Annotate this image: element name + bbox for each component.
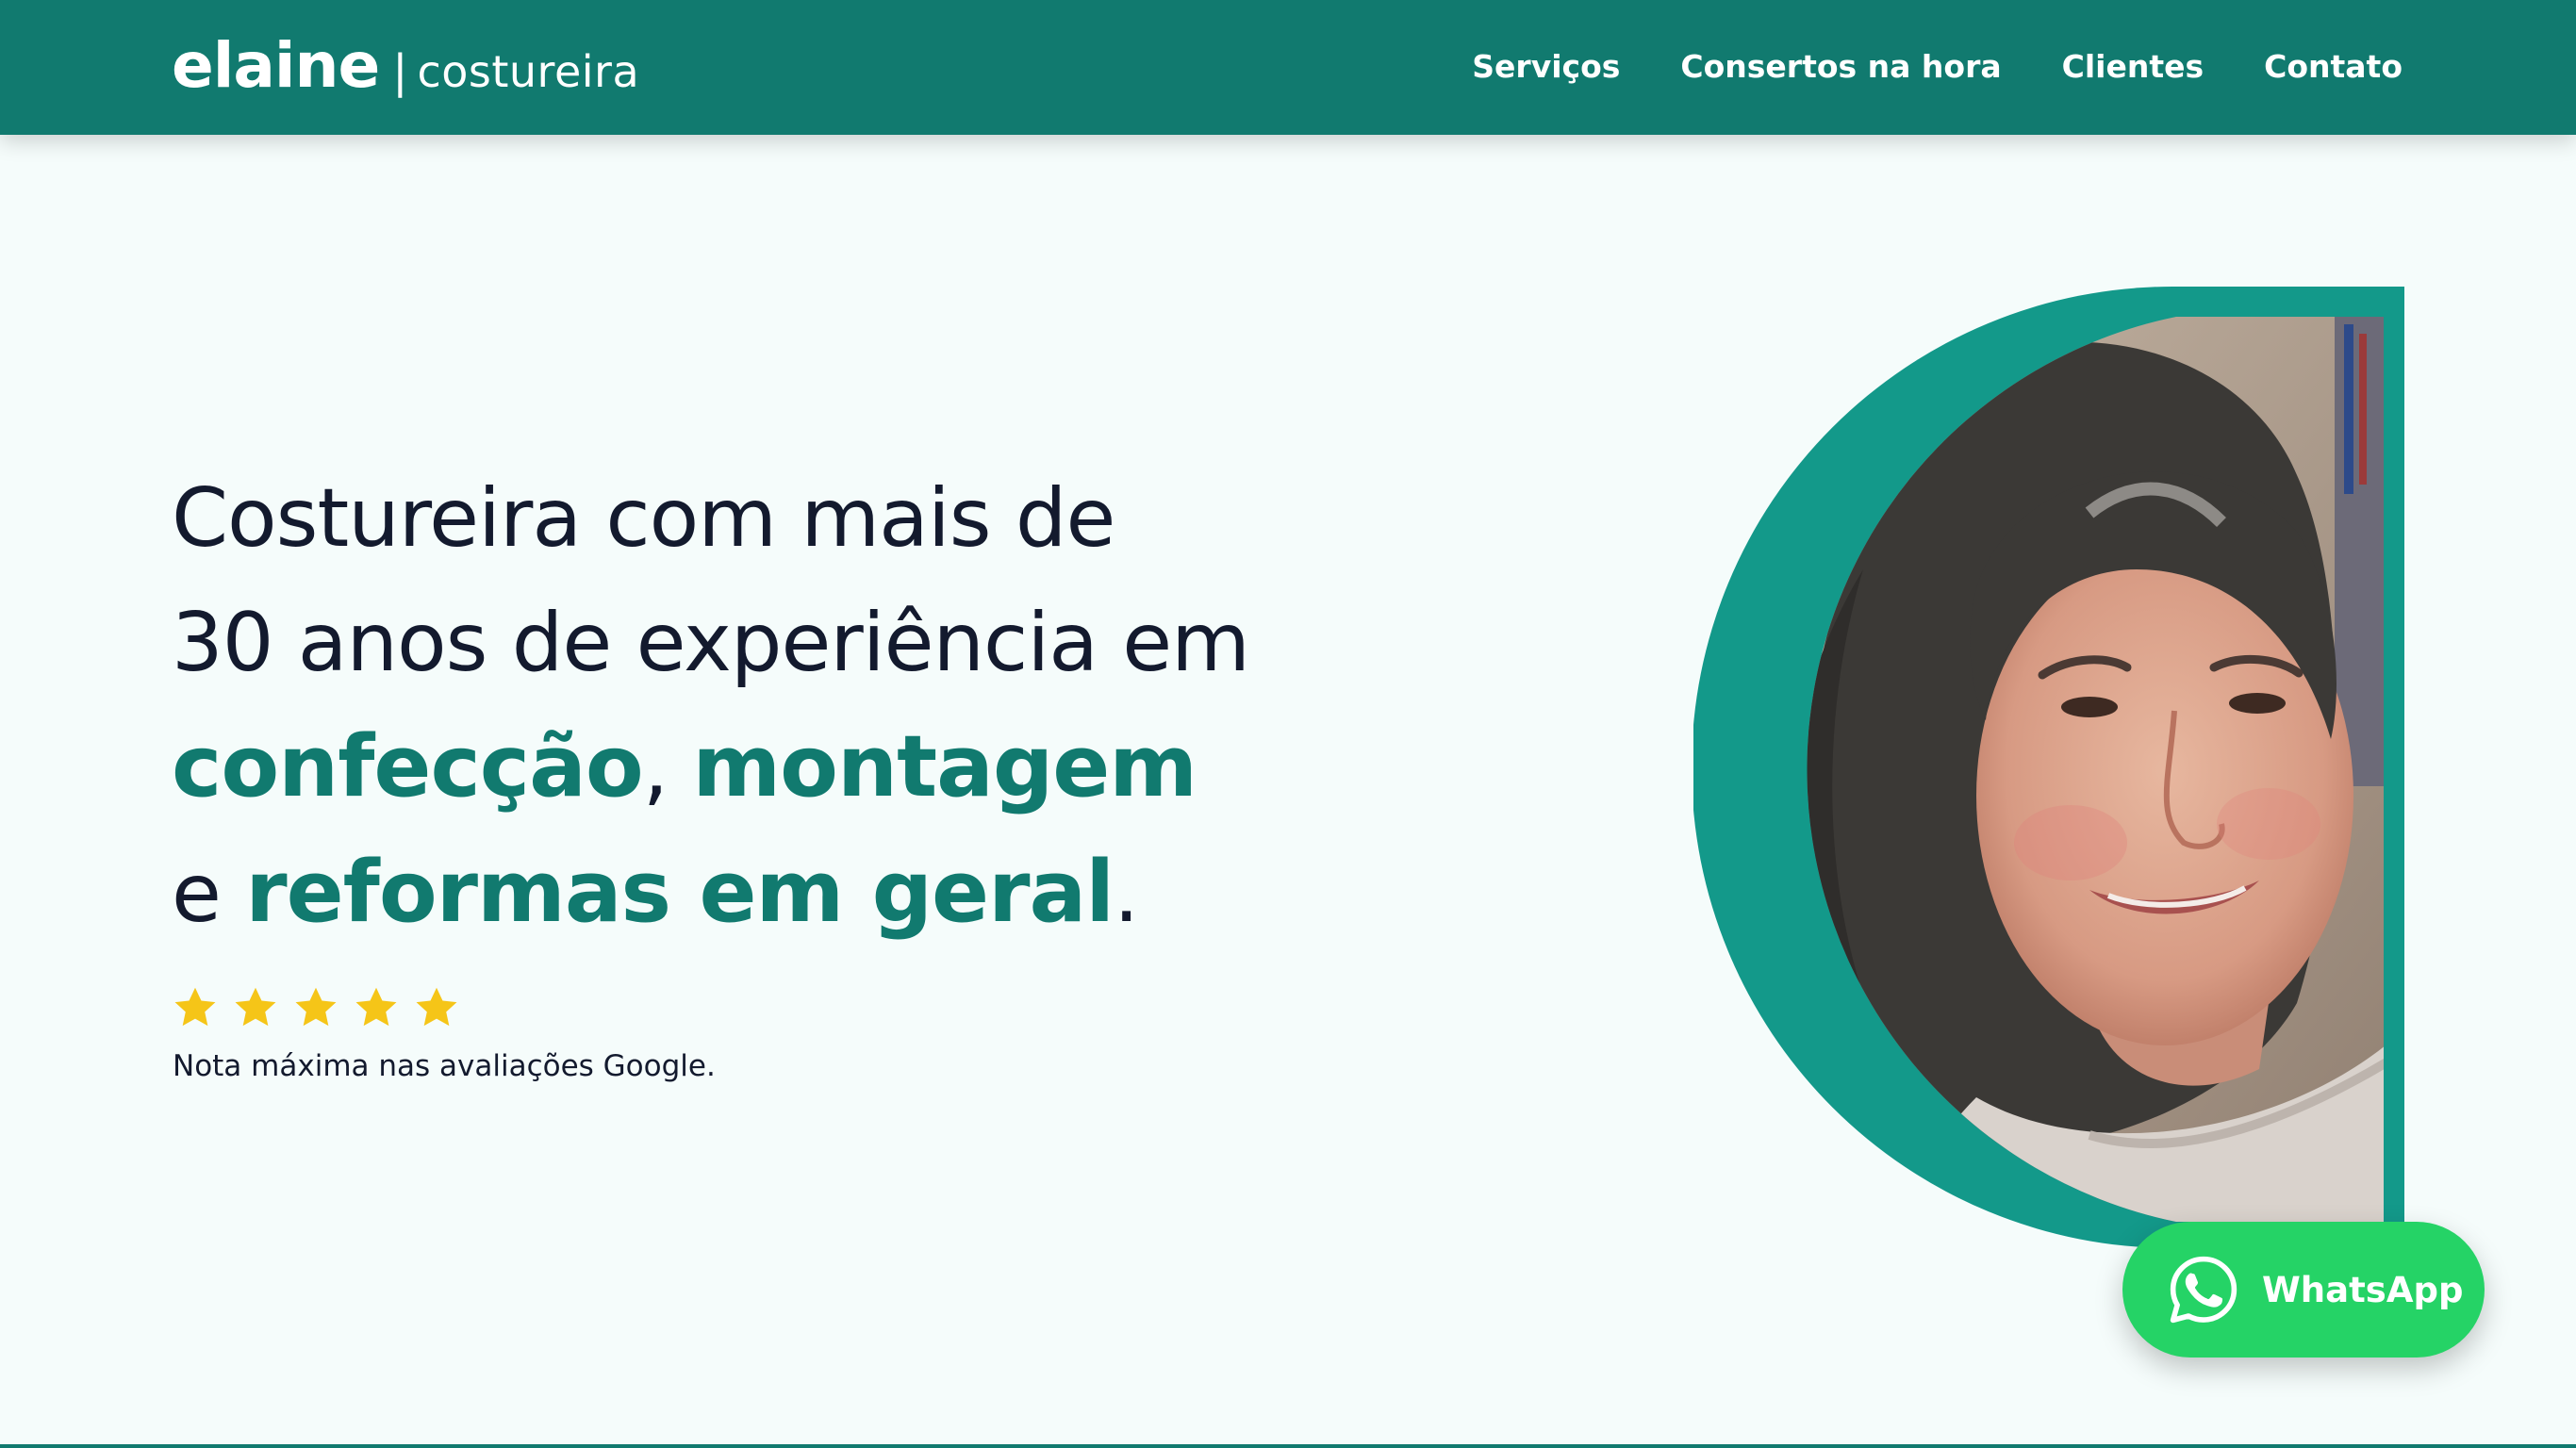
highlight-reformas: reformas em geral (245, 843, 1115, 942)
star-icon (295, 987, 337, 1027)
star-icon (355, 987, 397, 1027)
bottom-border (0, 1444, 2576, 1448)
highlight-confeccao: confecção (172, 717, 644, 816)
headline-line-3: confecção, montagem (172, 705, 1539, 831)
rating-note: Nota máxima nas avaliações Google. (173, 1049, 716, 1083)
hero-headline: Costureira com mais de 30 anos de experi… (172, 456, 1539, 956)
rating-stars (172, 984, 460, 1031)
headline-period: . (1114, 847, 1139, 941)
portrait-photo (1693, 287, 2404, 1248)
headline-line-4: e reformas em geral. (172, 831, 1539, 956)
main-nav: Serviços Consertos na hora Clientes Cont… (1472, 43, 2403, 90)
whatsapp-icon (2170, 1256, 2237, 1324)
highlight-montagem: montagem (692, 717, 1197, 816)
star-icon (416, 987, 457, 1027)
star-icon (235, 987, 276, 1027)
nav-item-consertos[interactable]: Consertos na hora (1680, 43, 2001, 90)
nav-item-servicos[interactable]: Serviços (1472, 43, 1620, 90)
site-header: elaine | costureira Serviços Consertos n… (0, 0, 2576, 135)
brand-logo[interactable]: elaine | costureira (172, 28, 639, 104)
headline-line-2: 30 anos de experiência em (172, 596, 1250, 690)
brand-name: elaine (172, 29, 380, 102)
headline-line-1: Costureira com mais de (172, 471, 1115, 566)
brand-subtitle: costureira (417, 46, 640, 97)
whatsapp-button[interactable]: WhatsApp (2122, 1222, 2485, 1358)
headline-prefix: e (172, 847, 246, 941)
portrait-illustration (1693, 287, 2404, 1248)
whatsapp-label: WhatsApp (2262, 1269, 2464, 1310)
star-icon (174, 987, 216, 1027)
brand-separator: | (392, 45, 408, 98)
nav-item-clientes[interactable]: Clientes (2062, 43, 2204, 90)
hero-section: Costureira com mais de 30 anos de experi… (172, 456, 1539, 956)
headline-comma: , (642, 721, 693, 815)
nav-item-contato[interactable]: Contato (2264, 43, 2403, 90)
